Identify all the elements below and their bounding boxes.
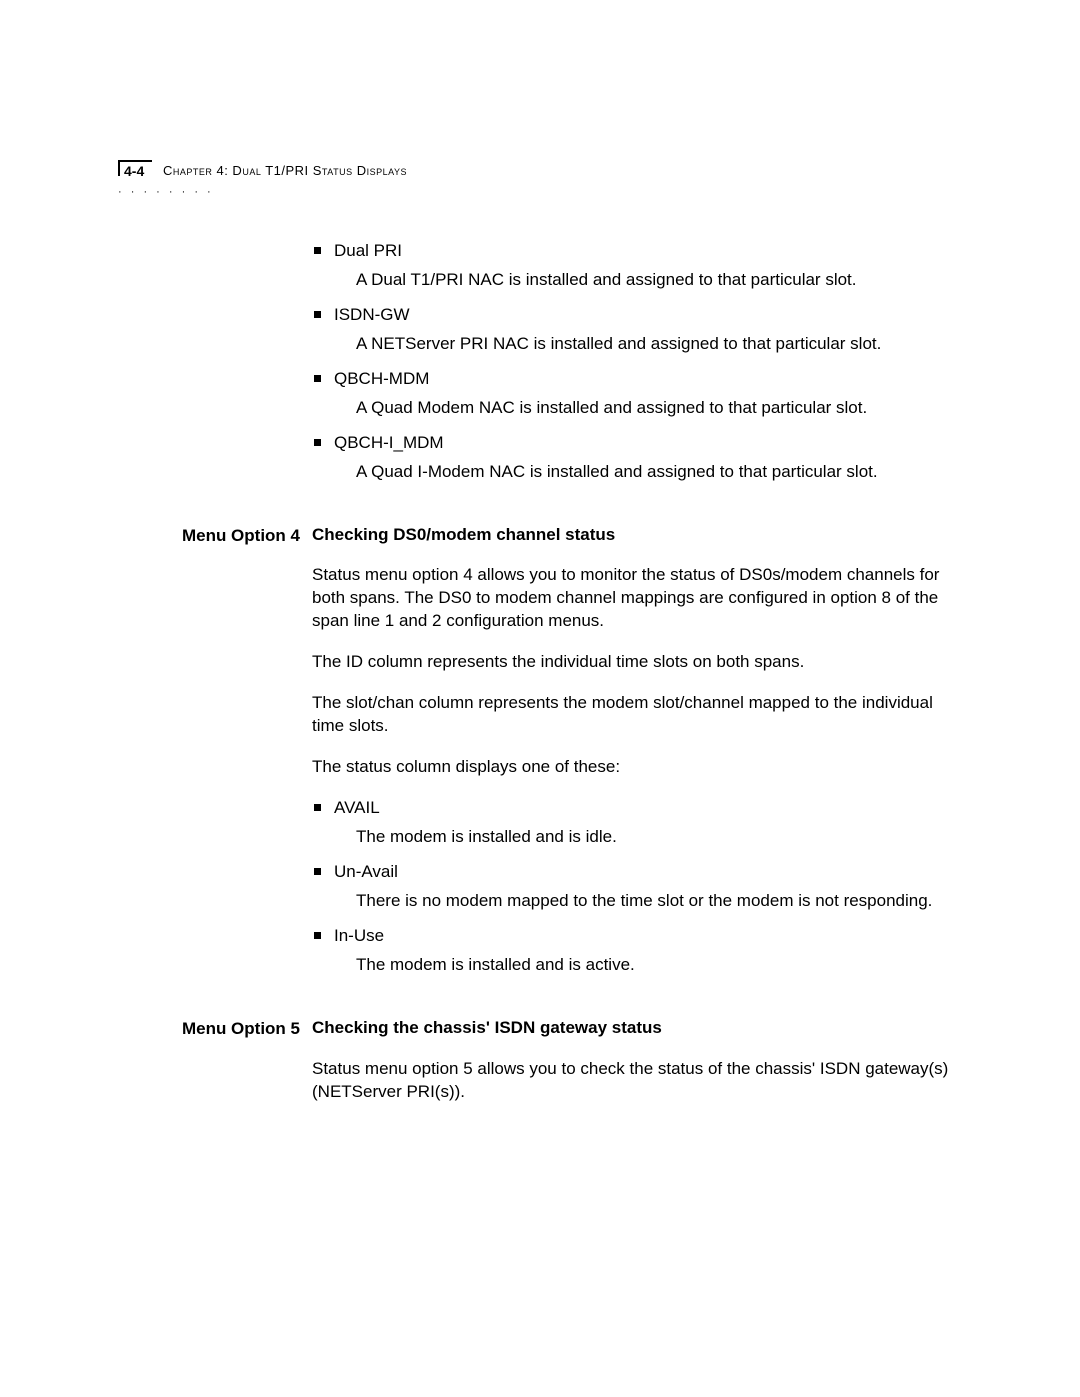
section-heading: Checking DS0/modem channel status xyxy=(312,524,960,547)
page-header: 4-4 Chapter 4: Dual T1/PRI Status Displa… xyxy=(118,160,407,195)
side-label-empty xyxy=(160,240,312,241)
menu-option-5-body: Checking the chassis' ISDN gateway statu… xyxy=(312,1017,960,1122)
list-desc: A Quad Modem NAC is installed and assign… xyxy=(334,397,960,420)
paragraph: The slot/chan column represents the mode… xyxy=(312,692,960,738)
list-term: QBCH-MDM xyxy=(334,368,960,391)
list-term: QBCH-I_MDM xyxy=(334,432,960,455)
paragraph: Status menu option 4 allows you to monit… xyxy=(312,564,960,633)
list-item: ISDN-GW A NETServer PRI NAC is installed… xyxy=(312,304,960,356)
list-desc: The modem is installed and is active. xyxy=(334,954,960,977)
list-item: In-Use The modem is installed and is act… xyxy=(312,925,960,977)
page-content: Dual PRI A Dual T1/PRI NAC is installed … xyxy=(160,240,960,1143)
list-desc: The modem is installed and is idle. xyxy=(334,826,960,849)
list-term: In-Use xyxy=(334,925,960,948)
list-desc: A Dual T1/PRI NAC is installed and assig… xyxy=(334,269,960,292)
list-term: AVAIL xyxy=(334,797,960,820)
list-item: AVAIL The modem is installed and is idle… xyxy=(312,797,960,849)
definition-list-top: Dual PRI A Dual T1/PRI NAC is installed … xyxy=(312,240,960,484)
paragraph: The ID column represents the individual … xyxy=(312,651,960,674)
page-number: 4-4 xyxy=(118,162,144,181)
menu-option-4-section: Menu Option 4 Checking DS0/modem channel… xyxy=(160,524,960,995)
menu-option-4-body: Checking DS0/modem channel status Status… xyxy=(312,524,960,995)
list-item: Un-Avail There is no modem mapped to the… xyxy=(312,861,960,913)
side-label-menu-option-4: Menu Option 4 xyxy=(160,524,312,548)
list-desc: A NETServer PRI NAC is installed and ass… xyxy=(334,333,960,356)
chapter-title: Chapter 4: Dual T1/PRI Status Displays xyxy=(149,162,407,180)
document-page: 4-4 Chapter 4: Dual T1/PRI Status Displa… xyxy=(0,0,1080,1397)
list-item: QBCH-I_MDM A Quad I-Modem NAC is install… xyxy=(312,432,960,484)
paragraph: Status menu option 5 allows you to check… xyxy=(312,1058,960,1104)
paragraph: The status column displays one of these: xyxy=(312,756,960,779)
section-heading: Checking the chassis' ISDN gateway statu… xyxy=(312,1017,960,1040)
menu-option-5-section: Menu Option 5 Checking the chassis' ISDN… xyxy=(160,1017,960,1122)
list-item: Dual PRI A Dual T1/PRI NAC is installed … xyxy=(312,240,960,292)
status-list: AVAIL The modem is installed and is idle… xyxy=(312,797,960,977)
list-term: Dual PRI xyxy=(334,240,960,263)
side-label-menu-option-5: Menu Option 5 xyxy=(160,1017,312,1041)
list-desc: There is no modem mapped to the time slo… xyxy=(334,890,960,913)
list-desc: A Quad I-Modem NAC is installed and assi… xyxy=(334,461,960,484)
list-term: ISDN-GW xyxy=(334,304,960,327)
list-term: Un-Avail xyxy=(334,861,960,884)
top-list-body: Dual PRI A Dual T1/PRI NAC is installed … xyxy=(312,240,960,502)
top-list-section: Dual PRI A Dual T1/PRI NAC is installed … xyxy=(160,240,960,502)
dotted-ornament: · · · · · · · · xyxy=(118,189,407,195)
list-item: QBCH-MDM A Quad Modem NAC is installed a… xyxy=(312,368,960,420)
